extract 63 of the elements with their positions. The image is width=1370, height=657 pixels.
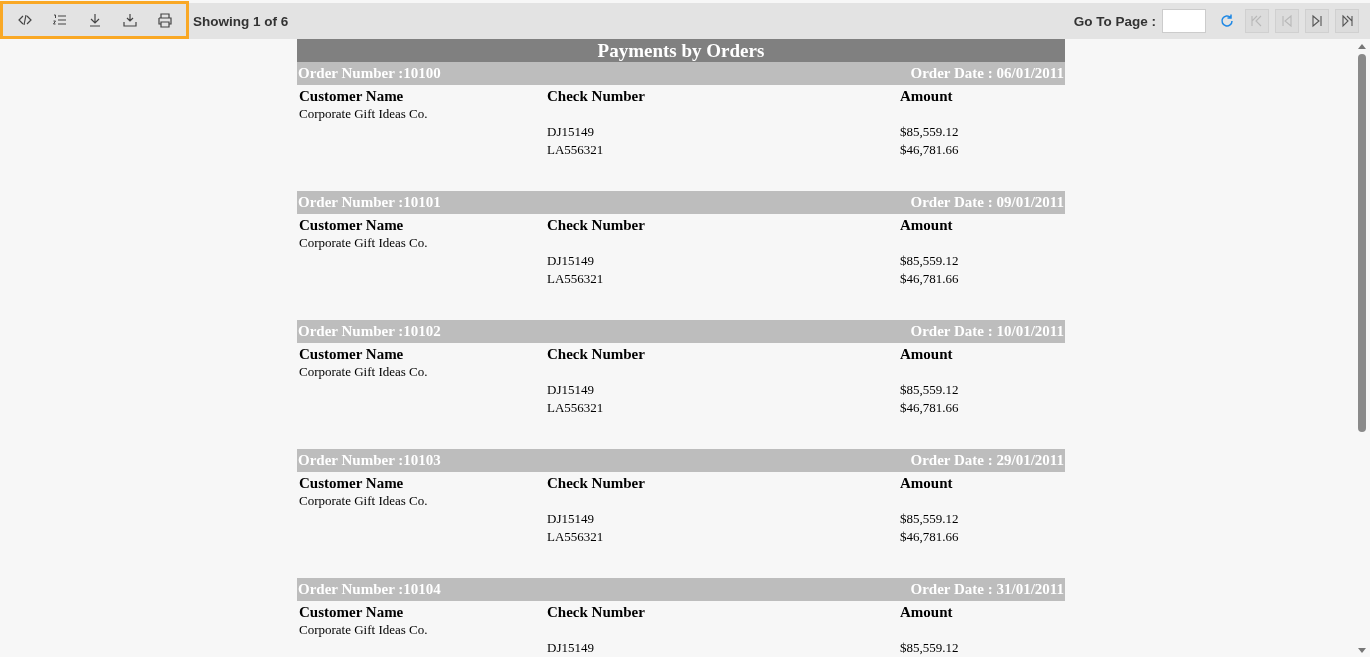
column-header: Customer Name: [299, 345, 405, 363]
column-header: Amount: [900, 345, 954, 363]
order-date: Order Date : 10/01/2011: [910, 322, 1064, 341]
order-date: Order Date : 31/01/2011: [910, 580, 1064, 599]
amount: $46,781.66: [900, 399, 960, 417]
page-status: Showing 1 of 6: [193, 13, 289, 29]
check-number: DJ15149: [547, 123, 595, 141]
order-number: Order Number :10101: [298, 193, 441, 212]
report-title: Payments by Orders: [297, 39, 1065, 62]
check-number: DJ15149: [547, 639, 595, 657]
go-to-page-label: Go To Page :: [1073, 13, 1156, 29]
check-number: LA556321: [547, 270, 605, 288]
order-number: Order Number :10100: [298, 64, 441, 83]
order-date: Order Date : 06/01/2011: [910, 64, 1064, 83]
amount: $85,559.12: [900, 252, 960, 270]
check-number: DJ15149: [547, 252, 595, 270]
customer-name: Corporate Gift Ideas Co.: [299, 105, 429, 123]
customer-name: Corporate Gift Ideas Co.: [299, 621, 429, 639]
order-number: Order Number :10103: [298, 451, 441, 470]
amount: $46,781.66: [900, 528, 960, 546]
column-header: Customer Name: [299, 87, 405, 105]
last-button[interactable]: [1335, 9, 1359, 33]
column-header: Check Number: [547, 87, 646, 105]
order-date: Order Date : 29/01/2011: [910, 451, 1064, 470]
amount: $85,559.12: [900, 639, 960, 657]
order-date: Order Date : 09/01/2011: [910, 193, 1064, 212]
amount: $46,781.66: [900, 270, 960, 288]
check-number: DJ15149: [547, 381, 595, 399]
column-header: Amount: [900, 474, 954, 492]
customer-name: Corporate Gift Ideas Co.: [299, 363, 429, 381]
check-number: LA556321: [547, 528, 605, 546]
print-icon: [156, 11, 173, 28]
amount: $85,559.12: [900, 510, 960, 528]
column-header: Amount: [900, 87, 954, 105]
amount: $85,559.12: [900, 381, 960, 399]
column-header: Customer Name: [299, 474, 405, 492]
column-header: Check Number: [547, 603, 646, 621]
column-header: Check Number: [547, 474, 646, 492]
tray-download-icon: [121, 11, 138, 28]
numbered-list-icon: [51, 11, 68, 28]
check-number: LA556321: [547, 399, 605, 417]
previous-page-icon: [1279, 13, 1295, 29]
column-header: Check Number: [547, 345, 646, 363]
order-number: Order Number :10104: [298, 580, 441, 599]
check-number: LA556321: [547, 141, 605, 159]
customer-name: Corporate Gift Ideas Co.: [299, 234, 429, 252]
column-header: Customer Name: [299, 216, 405, 234]
column-header: Check Number: [547, 216, 646, 234]
amount: $85,559.12: [900, 123, 960, 141]
refresh-icon: [1219, 13, 1235, 29]
scroll-down-icon[interactable]: [1357, 647, 1367, 655]
next-button[interactable]: [1305, 9, 1329, 33]
order-number: Order Number :10102: [298, 322, 441, 341]
column-header: Amount: [900, 603, 954, 621]
page-number-field[interactable]: [1162, 9, 1206, 33]
column-header: Customer Name: [299, 603, 405, 621]
amount: $46,781.66: [900, 141, 960, 159]
next-page-icon: [1309, 13, 1325, 29]
scroll-up-icon[interactable]: [1357, 42, 1367, 50]
check-number: DJ15149: [547, 510, 595, 528]
customer-name: Corporate Gift Ideas Co.: [299, 492, 429, 510]
last-page-icon: [1339, 13, 1355, 29]
column-header: Amount: [900, 216, 954, 234]
